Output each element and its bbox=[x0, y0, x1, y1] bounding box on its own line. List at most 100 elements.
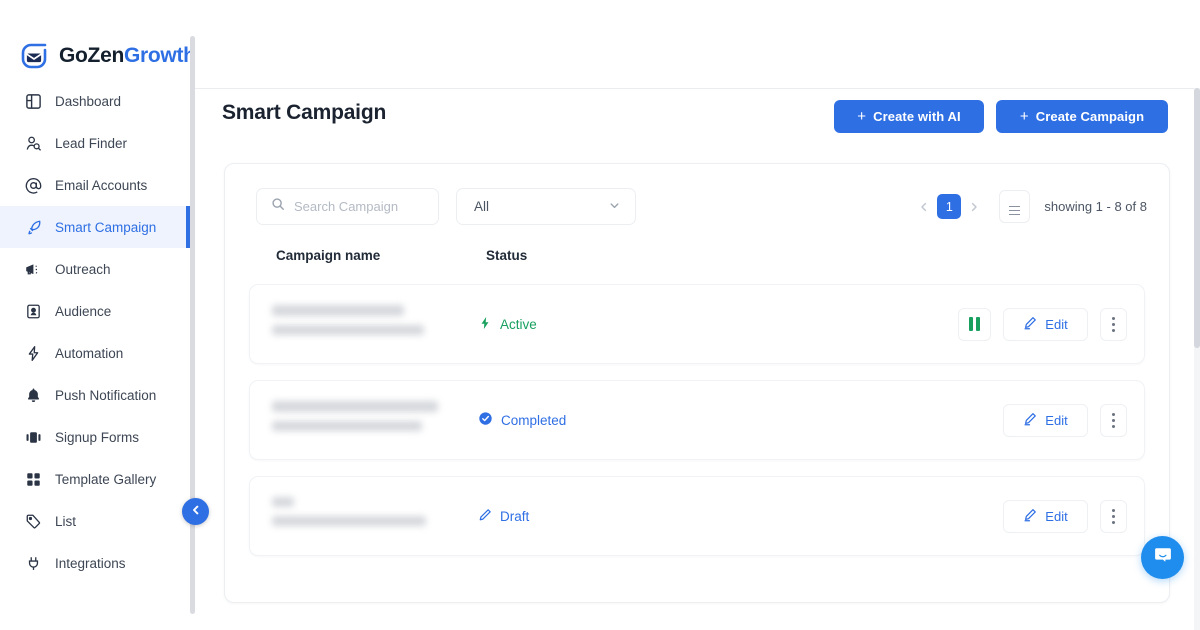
sidebar-item-label: Integrations bbox=[55, 556, 126, 571]
chevron-left-icon bbox=[190, 503, 202, 521]
pagination-page-1[interactable]: 1 bbox=[937, 194, 961, 219]
search-icon bbox=[271, 197, 285, 216]
row-more-menu-button[interactable] bbox=[1100, 404, 1127, 437]
create-with-ai-label: Create with AI bbox=[873, 109, 961, 124]
status-label: Active bbox=[500, 317, 537, 332]
grid-squares-icon bbox=[24, 470, 42, 488]
rocket-icon bbox=[24, 218, 42, 236]
sidebar-divider bbox=[190, 36, 195, 614]
lightning-bolt-icon bbox=[478, 316, 492, 333]
sidebar-item-audience[interactable]: Audience bbox=[0, 290, 190, 332]
create-with-ai-button[interactable]: + Create with AI bbox=[834, 100, 984, 133]
tag-icon bbox=[24, 512, 42, 530]
edit-campaign-button[interactable]: Edit bbox=[1003, 500, 1088, 533]
pagination: 1 showing 1 - 8 of 8 bbox=[911, 188, 1147, 225]
sidebar-item-label: Smart Campaign bbox=[55, 220, 156, 235]
gozen-logo-icon bbox=[20, 41, 50, 71]
sidebar-collapse-button[interactable] bbox=[182, 498, 209, 525]
person-search-icon bbox=[24, 134, 42, 152]
table-column-headers: Campaign name Status bbox=[225, 242, 1169, 284]
pagination-next-button[interactable] bbox=[961, 188, 987, 225]
create-campaign-button[interactable]: + Create Campaign bbox=[996, 100, 1168, 133]
sidebar-item-smart-campaign[interactable]: Smart Campaign bbox=[0, 206, 190, 248]
edit-campaign-button[interactable]: Edit bbox=[1003, 308, 1088, 341]
more-vertical-icon bbox=[1112, 329, 1115, 332]
page-scrollbar[interactable] bbox=[1194, 88, 1200, 630]
pagination-prev-button[interactable] bbox=[911, 188, 937, 225]
page-scrollbar-thumb[interactable] bbox=[1194, 88, 1200, 348]
pen-icon bbox=[1023, 508, 1037, 525]
status-badge: Draft bbox=[478, 508, 529, 525]
forms-icon bbox=[24, 428, 42, 446]
list-lines-icon bbox=[1009, 206, 1020, 208]
column-header-status: Status bbox=[486, 248, 527, 263]
search-input[interactable] bbox=[294, 199, 414, 214]
chat-bubble-icon bbox=[1152, 544, 1174, 571]
more-vertical-icon bbox=[1112, 413, 1115, 416]
more-vertical-icon bbox=[1112, 317, 1115, 320]
campaign-name-redacted bbox=[272, 497, 442, 535]
redacted-line bbox=[272, 305, 404, 316]
more-vertical-icon bbox=[1112, 521, 1115, 524]
bell-icon bbox=[24, 386, 42, 404]
at-sign-icon bbox=[24, 176, 42, 194]
sidebar-item-email-accounts[interactable]: Email Accounts bbox=[0, 164, 190, 206]
sidebar-item-label: Audience bbox=[55, 304, 111, 319]
redacted-line bbox=[272, 497, 294, 507]
redacted-line bbox=[272, 421, 422, 431]
campaign-rows: Active Edit bbox=[225, 284, 1169, 556]
page-size-button[interactable] bbox=[999, 190, 1030, 223]
brand-logo-area[interactable]: GoZenGrowth bbox=[0, 0, 190, 76]
check-circle-icon bbox=[478, 411, 493, 429]
pen-icon bbox=[1023, 412, 1037, 429]
row-more-menu-button[interactable] bbox=[1100, 308, 1127, 341]
plus-icon: + bbox=[857, 109, 866, 124]
table-row[interactable]: Draft Edit bbox=[249, 476, 1145, 556]
sidebar-item-label: Email Accounts bbox=[55, 178, 147, 193]
sidebar-item-dashboard[interactable]: Dashboard bbox=[0, 80, 190, 122]
dashboard-icon bbox=[24, 92, 42, 110]
sidebar: GoZenGrowth Dashboard Lea bbox=[0, 0, 190, 630]
sidebar-item-label: Lead Finder bbox=[55, 136, 127, 151]
chevron-down-icon bbox=[608, 199, 621, 215]
edit-campaign-button[interactable]: Edit bbox=[1003, 404, 1088, 437]
edit-label: Edit bbox=[1045, 413, 1067, 428]
pause-campaign-button[interactable] bbox=[958, 308, 991, 341]
megaphone-icon bbox=[24, 260, 42, 278]
table-row[interactable]: Active Edit bbox=[249, 284, 1145, 364]
sidebar-nav: Dashboard Lead Finder Email Account bbox=[0, 80, 190, 584]
sidebar-item-label: Automation bbox=[55, 346, 123, 361]
row-actions: Edit bbox=[1003, 500, 1127, 533]
sidebar-item-integrations[interactable]: Integrations bbox=[0, 542, 190, 584]
campaign-toolbar: All 1 bbox=[225, 164, 1169, 242]
brand-name: GoZenGrowth bbox=[59, 44, 196, 68]
sidebar-item-signup-forms[interactable]: Signup Forms bbox=[0, 416, 190, 458]
row-actions: Edit bbox=[958, 308, 1127, 341]
sidebar-item-label: List bbox=[55, 514, 76, 529]
support-chat-button[interactable] bbox=[1141, 536, 1184, 579]
search-campaign-box[interactable] bbox=[256, 188, 439, 225]
table-row[interactable]: Completed Edit bbox=[249, 380, 1145, 460]
app-root: GoZenGrowth Dashboard Lea bbox=[0, 0, 1200, 630]
sidebar-item-lead-finder[interactable]: Lead Finder bbox=[0, 122, 190, 164]
edit-label: Edit bbox=[1045, 317, 1067, 332]
pencil-icon bbox=[478, 508, 492, 525]
status-filter-select[interactable]: All bbox=[456, 188, 636, 225]
create-campaign-label: Create Campaign bbox=[1036, 109, 1144, 124]
row-more-menu-button[interactable] bbox=[1100, 500, 1127, 533]
column-header-campaign-name: Campaign name bbox=[276, 248, 380, 263]
pen-icon bbox=[1023, 316, 1037, 333]
sidebar-item-automation[interactable]: Automation bbox=[0, 332, 190, 374]
sidebar-item-label: Outreach bbox=[55, 262, 111, 277]
pause-icon bbox=[976, 317, 980, 331]
sidebar-item-push-notification[interactable]: Push Notification bbox=[0, 374, 190, 416]
sidebar-item-list[interactable]: List bbox=[0, 500, 190, 542]
sidebar-item-outreach[interactable]: Outreach bbox=[0, 248, 190, 290]
more-vertical-icon bbox=[1112, 515, 1115, 518]
lightning-icon bbox=[24, 344, 42, 362]
page-title: Smart Campaign bbox=[222, 101, 386, 125]
sidebar-item-label: Push Notification bbox=[55, 388, 156, 403]
sidebar-item-label: Dashboard bbox=[55, 94, 121, 109]
sidebar-item-template-gallery[interactable]: Template Gallery bbox=[0, 458, 190, 500]
more-vertical-icon bbox=[1112, 509, 1115, 512]
